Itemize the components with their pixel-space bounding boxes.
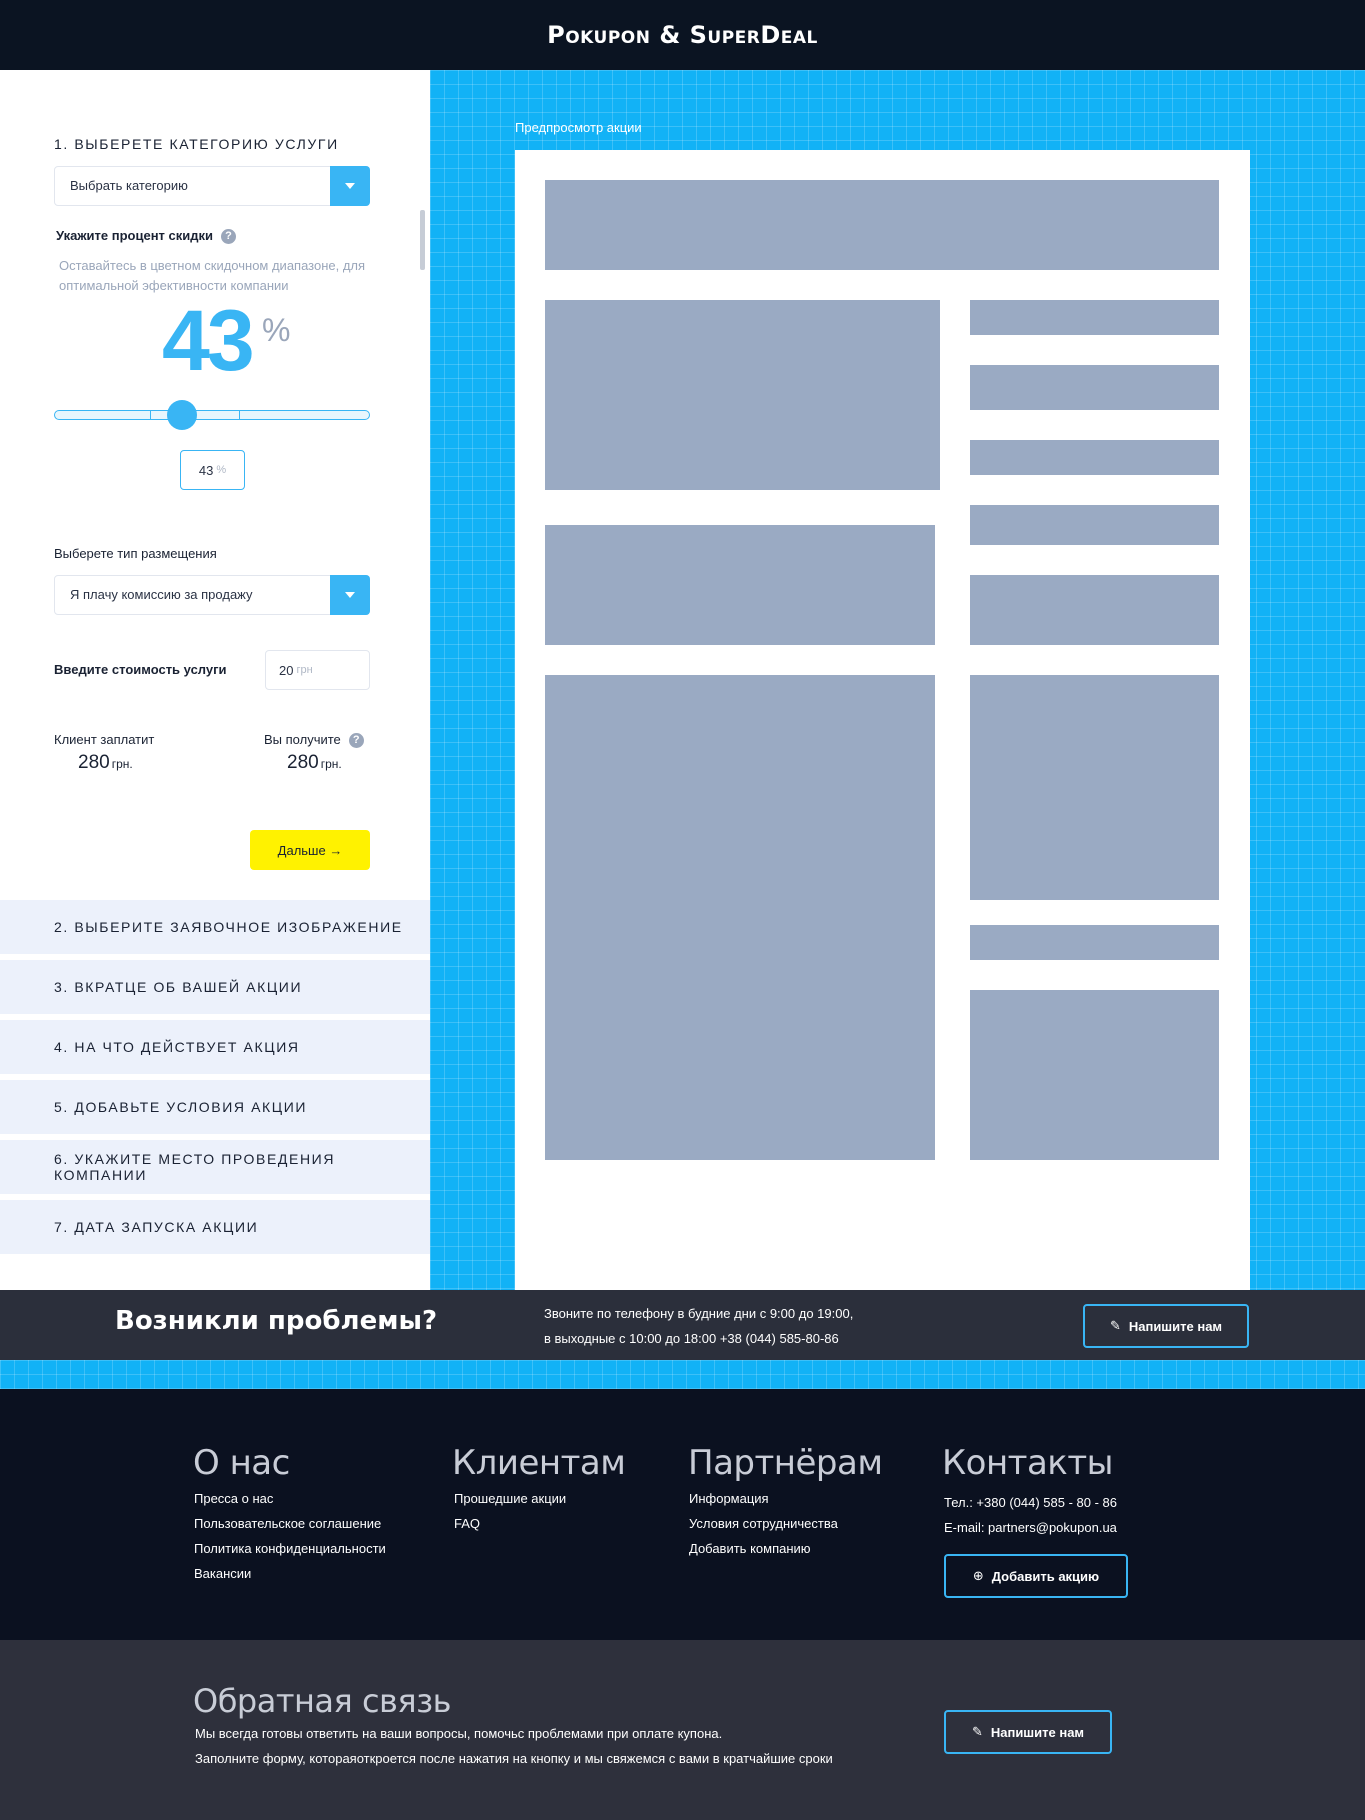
footer: О нас Пресса о нас Пользовательское согл… <box>0 1389 1365 1640</box>
price-input-value: 20 <box>279 662 294 678</box>
footer-partners-title: Партнёрам <box>688 1443 883 1483</box>
feedback-title: Обратная связь <box>193 1682 452 1720</box>
discount-input-value: 43 <box>198 462 214 478</box>
accordion-step-4[interactable]: 4. На что действует акция <box>0 1020 430 1074</box>
footer-link[interactable]: FAQ <box>454 1516 480 1531</box>
feedback-write-us-button[interactable]: ✎ Напишите нам <box>944 1710 1112 1754</box>
grid-strip <box>0 1360 1365 1389</box>
preview-placeholder-block <box>545 525 935 645</box>
client-pays-unit: грн. <box>111 757 133 771</box>
footer-link[interactable]: Политика конфиденциальности <box>194 1541 386 1556</box>
preview-placeholder-sidebar <box>970 675 1219 900</box>
placement-label: Выберете тип размещения <box>54 546 217 561</box>
discount-hint: Оставайтесь в цветном скидочном диапазон… <box>59 258 366 293</box>
price-input[interactable]: 20 грн <box>265 650 370 690</box>
slider-range-tick <box>150 411 151 419</box>
footer-link[interactable]: Информация <box>689 1491 769 1506</box>
plus-circle-icon: ⊕ <box>972 1568 984 1583</box>
client-pays-label: Клиент заплатит <box>54 732 155 747</box>
next-button[interactable]: Дальше → <box>250 830 370 870</box>
discount-slider[interactable] <box>54 410 370 420</box>
preview-placeholder-line <box>970 925 1219 960</box>
footer-link[interactable]: Прошедшие акции <box>454 1491 566 1506</box>
write-us-button-label: Напишите нам <box>1128 1318 1223 1334</box>
support-line-2: в выходные с 10:00 до 18:00 +38 (044) 58… <box>544 1331 839 1346</box>
brand-logo[interactable]: Pokupon & SuperDeal <box>547 21 818 49</box>
preview-placeholder-line <box>970 300 1219 335</box>
accordion-step-5[interactable]: 5. Добавьте условия акции <box>0 1080 430 1134</box>
footer-link[interactable]: Пользовательское соглашение <box>194 1516 381 1531</box>
feedback-section: Обратная связь Мы всегда готовы ответить… <box>0 1640 1365 1820</box>
chevron-down-icon[interactable] <box>330 575 370 615</box>
preview-card <box>515 150 1250 1290</box>
category-select[interactable]: Выбрать категорию <box>54 166 370 206</box>
preview-placeholder-content <box>545 675 935 1160</box>
support-title: Возникли проблемы? <box>115 1306 438 1336</box>
write-us-button[interactable]: ✎ Напишите нам <box>1083 1304 1249 1348</box>
panel-scrollbar[interactable] <box>420 210 425 270</box>
edit-icon: ✎ <box>1109 1318 1121 1333</box>
client-pays-amount: 280 грн. <box>78 752 133 774</box>
discount-label-text: Укажите процент скидки <box>56 228 214 243</box>
footer-link[interactable]: Пресса о нас <box>194 1491 273 1506</box>
accordion-step-7[interactable]: 7. Дата запуска акции <box>0 1200 430 1254</box>
support-band: Возникли проблемы? Звоните по телефону в… <box>0 1290 1365 1360</box>
price-input-unit: грн <box>296 664 313 676</box>
accordion-step-2[interactable]: 2. Выберите заявочное изображение <box>0 900 430 954</box>
feedback-line-1: Мы всегда готовы ответить на ваши вопрос… <box>195 1726 723 1741</box>
slider-handle[interactable] <box>167 400 197 430</box>
help-icon[interactable]: ? <box>348 733 364 749</box>
preview-placeholder-banner <box>545 180 1219 270</box>
footer-clients-title: Клиентам <box>452 1443 626 1483</box>
top-bar: Pokupon & SuperDeal <box>0 0 1365 70</box>
slider-range-tick <box>239 411 240 419</box>
footer-link[interactable]: Добавить компанию <box>689 1541 811 1556</box>
placement-select-value: Я плачу комиссию за продажу <box>70 587 253 602</box>
add-deal-button-label: Добавить акцию <box>991 1568 1100 1584</box>
main-area: 1. Выберете категорию услуги Выбрать кат… <box>0 70 1365 1290</box>
feedback-line-2: Заполните форму, котораяоткроется после … <box>195 1751 833 1766</box>
client-pays-value: 280 <box>78 752 110 773</box>
preview-placeholder-image <box>545 300 940 490</box>
discount-input-unit: % <box>216 464 227 476</box>
accordion-step-6[interactable]: 6. Укажите место проведения компании <box>0 1140 430 1194</box>
preview-placeholder-line <box>970 505 1219 545</box>
preview-placeholder-line <box>970 365 1219 410</box>
add-deal-button[interactable]: ⊕ Добавить акцию <box>944 1554 1128 1598</box>
chevron-down-icon[interactable] <box>330 166 370 206</box>
footer-link[interactable]: Условия сотрудничества <box>689 1516 838 1531</box>
you-receive-label: Вы получите? <box>264 732 364 749</box>
footer-email[interactable]: E-mail: partners@pokupon.ua <box>944 1520 1117 1535</box>
help-icon[interactable]: ? <box>221 229 237 245</box>
percent-sign: % <box>262 312 291 348</box>
you-receive-amount: 280 грн. <box>287 752 342 774</box>
discount-value-display: 43 <box>162 293 255 389</box>
you-receive-unit: грн. <box>320 757 342 771</box>
preview-placeholder-line <box>970 440 1219 475</box>
preview-placeholder-block <box>970 990 1219 1160</box>
footer-link[interactable]: Вакансии <box>194 1566 251 1581</box>
preview-placeholder-block <box>970 575 1219 645</box>
preview-label: Предпросмотр акции <box>515 120 642 135</box>
placement-select[interactable]: Я плачу комиссию за продажу <box>54 575 370 615</box>
support-text: Звоните по телефону в будние дни с 9:00 … <box>544 1301 853 1351</box>
footer-contacts-title: Контакты <box>942 1443 1114 1483</box>
form-panel: 1. Выберете категорию услуги Выбрать кат… <box>0 70 430 1290</box>
footer-about-title: О нас <box>193 1443 290 1483</box>
price-label: Введите стоимость услуги <box>54 662 227 677</box>
accordion-step-3[interactable]: 3. Вкратце об вашей акции <box>0 960 430 1014</box>
footer-phone: Тел.: +380 (044) 585 - 80 - 86 <box>944 1495 1117 1510</box>
discount-label: Укажите процент скидки? <box>56 228 237 245</box>
you-receive-value: 280 <box>287 752 319 773</box>
you-receive-label-text: Вы получите <box>264 732 341 747</box>
edit-icon: ✎ <box>971 1724 983 1739</box>
feedback-write-us-button-label: Напишите нам <box>990 1724 1085 1740</box>
step-1-title[interactable]: 1. Выберете категорию услуги <box>54 136 339 152</box>
discount-input[interactable]: 43% <box>180 450 245 490</box>
category-select-value: Выбрать категорию <box>70 178 188 193</box>
support-line-1: Звоните по телефону в будние дни с 9:00 … <box>544 1306 854 1321</box>
